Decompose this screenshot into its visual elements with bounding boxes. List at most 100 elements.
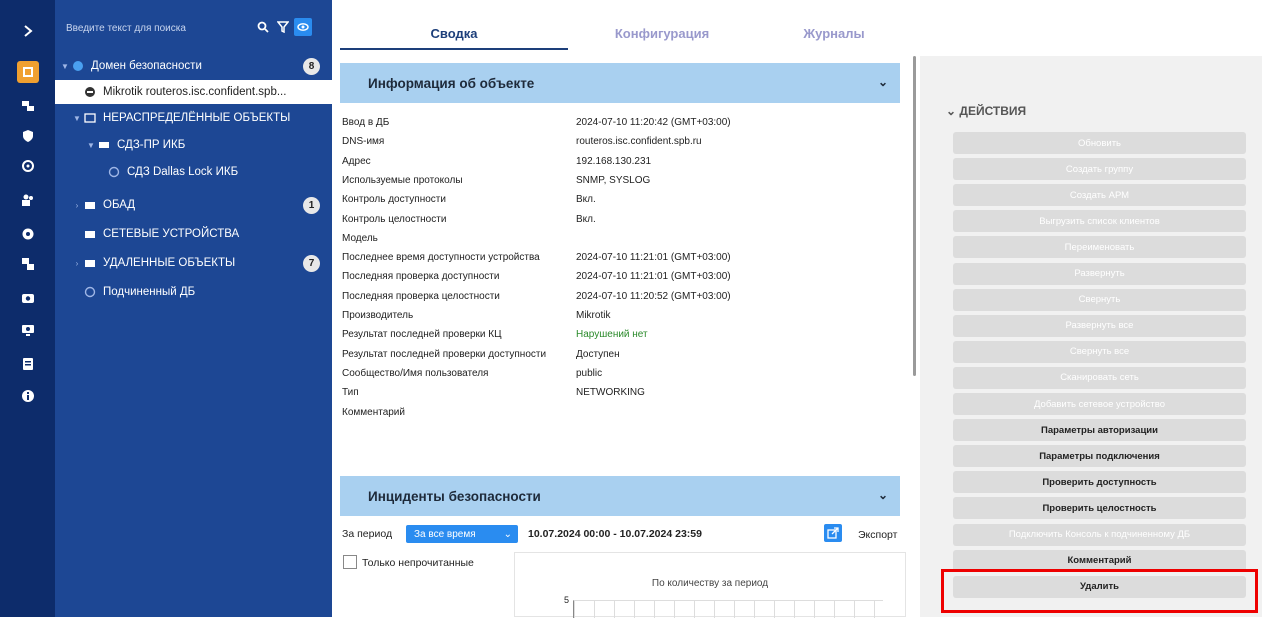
eye-icon[interactable] xyxy=(294,18,312,36)
network-icon[interactable] xyxy=(17,253,39,275)
device-icon xyxy=(83,86,97,98)
expand-icon[interactable]: ▼ xyxy=(71,114,83,123)
action-button[interactable]: Сканировать сеть xyxy=(953,366,1246,389)
object-info-header[interactable]: Информация об объекте ⌄ xyxy=(340,63,900,103)
expand-icon[interactable]: › xyxy=(71,259,83,268)
action-button[interactable]: Параметры авторизации xyxy=(953,419,1246,442)
action-button[interactable]: Выгрузить список клиентов xyxy=(953,210,1246,233)
count-badge: 1 xyxy=(303,197,320,214)
period-select[interactable]: За все время ⌄ xyxy=(406,525,518,543)
info-icon[interactable] xyxy=(17,385,39,407)
tree-item-label: Домен безопасности xyxy=(91,60,202,72)
info-key: Ввод в ДБ xyxy=(342,117,390,128)
tree-item-subordinate-db[interactable]: Подчиненный ДБ xyxy=(55,280,332,304)
unread-only-checkbox[interactable] xyxy=(343,555,357,569)
period-label: За период xyxy=(342,528,393,540)
camera-icon[interactable] xyxy=(17,287,39,309)
info-value: 2024-07-10 11:21:01 (GMT+03:00) xyxy=(576,252,731,264)
info-row: Адрес 192.168.130.231 xyxy=(342,156,902,172)
action-button[interactable]: Развернуть все xyxy=(953,314,1246,337)
action-button[interactable]: Создать АРМ xyxy=(953,184,1246,207)
tree-item-unassigned[interactable]: ▼ НЕРАСПРЕДЕЛЁННЫЕ ОБЪЕКТЫ xyxy=(55,106,332,130)
incidents-header[interactable]: Инциденты безопасности ⌄ xyxy=(340,476,900,516)
tree-item-deleted[interactable]: › УДАЛЕННЫЕ ОБЪЕКТЫ 7 xyxy=(55,251,332,275)
tree-item-dallas-lock[interactable]: СДЗ Dallas Lock ИКБ xyxy=(55,160,332,184)
tree-item-label: НЕРАСПРЕДЕЛЁННЫЕ ОБЪЕКТЫ xyxy=(103,112,291,124)
info-key: Производитель xyxy=(342,310,414,321)
tab-configuration[interactable]: Конфигурация xyxy=(568,16,756,50)
document-icon[interactable] xyxy=(17,353,39,375)
count-badge: 8 xyxy=(303,58,320,75)
folder-icon xyxy=(97,140,111,150)
info-key: Комментарий xyxy=(342,406,405,418)
chart-title: По количеству за период xyxy=(651,578,769,589)
settings-cog-icon[interactable] xyxy=(17,155,39,177)
sync-icon xyxy=(83,286,97,298)
highlight-box xyxy=(941,569,1258,613)
info-key: Последняя проверка доступности xyxy=(342,271,500,283)
action-button[interactable]: Параметры подключения xyxy=(953,445,1246,468)
chart-grid xyxy=(573,600,883,618)
export-icon[interactable] xyxy=(824,524,842,542)
expand-icon[interactable]: ▼ xyxy=(85,141,97,150)
tree-item-obad[interactable]: › ОБАД 1 xyxy=(55,193,332,217)
info-row: Результат последней проверки КЦ Нарушений… xyxy=(342,329,902,345)
action-button[interactable]: Свернуть xyxy=(953,288,1246,311)
action-button[interactable]: Развернуть xyxy=(953,262,1246,285)
tree-item-sdz-pr[interactable]: ▼ СДЗ-ПР ИКБ xyxy=(55,133,332,157)
export-button[interactable]: Экспорт xyxy=(858,529,897,541)
actions-title[interactable]: ⌄ ДЕЙСТВИЯ xyxy=(946,104,1026,118)
tree-item-label: УДАЛЕННЫЕ ОБЪЕКТЫ xyxy=(103,257,236,269)
filter-icon[interactable] xyxy=(274,18,292,36)
info-row: Контроль доступности Вкл. xyxy=(342,194,902,210)
tab-logs[interactable]: Журналы xyxy=(756,16,912,50)
tab-summary[interactable]: Сводка xyxy=(340,16,568,50)
info-value: 2024-07-10 11:21:01 (GMT+03:00) xyxy=(576,271,731,283)
devices-icon[interactable] xyxy=(17,95,39,117)
info-key: Тип xyxy=(342,387,359,399)
chevron-down-icon[interactable]: ⌄ xyxy=(878,75,888,89)
info-row: Тип NETWORKING xyxy=(342,387,902,403)
info-value: Вкл. xyxy=(576,213,596,225)
unread-only-label: Только непрочитанные xyxy=(362,557,474,569)
shield-icon[interactable] xyxy=(17,125,39,147)
expand-icon[interactable]: › xyxy=(71,201,83,210)
period-select-value: За все время xyxy=(414,528,476,540)
gear-icon[interactable] xyxy=(17,223,39,245)
action-button[interactable]: Проверить доступность xyxy=(953,471,1246,494)
tree-item-security-domain[interactable]: ▼ Домен безопасности 8 xyxy=(55,54,332,78)
info-row: Сообщество/Имя пользователя public xyxy=(342,368,902,384)
action-button[interactable]: Проверить целостность xyxy=(953,497,1246,520)
globe-icon xyxy=(71,60,85,72)
chevron-right-icon[interactable] xyxy=(17,20,39,42)
info-row: Контроль целостности Вкл. xyxy=(342,214,902,230)
panel-title: Информация об объекте xyxy=(368,75,535,91)
monitor-icon[interactable] xyxy=(17,319,39,341)
info-row: Комментарий xyxy=(342,407,902,423)
info-row: Ввод в ДБ 2024-07-10 11:20:42 (GMT+03:00) xyxy=(342,117,902,133)
info-row: DNS-имя routeros.isc.confident.spb.ru xyxy=(342,136,902,152)
info-value: routeros.isc.confident.spb.ru xyxy=(576,136,702,148)
action-button[interactable]: Добавить сетевое устройство xyxy=(953,393,1246,415)
tree-item-label: Mikrotik routeros.isc.confident.spb... xyxy=(103,86,287,98)
expand-icon[interactable]: ▼ xyxy=(59,62,71,71)
action-button[interactable]: Обновить xyxy=(953,132,1246,154)
scrollbar[interactable] xyxy=(913,56,916,376)
info-key: DNS-имя xyxy=(342,136,385,148)
users-icon[interactable] xyxy=(17,189,39,211)
action-button[interactable]: Свернуть все xyxy=(953,340,1246,363)
search-input[interactable]: Введите текст для поиска xyxy=(62,18,252,38)
info-value: Нарушений нет xyxy=(576,329,648,341)
search-icon[interactable] xyxy=(254,18,272,36)
folder-icon xyxy=(83,258,97,268)
action-button[interactable]: Переименовать xyxy=(953,236,1246,259)
action-button[interactable]: Подключить Консоль к подчиненному ДБ xyxy=(953,523,1246,546)
tree-item-mikrotik[interactable]: Mikrotik routeros.isc.confident.spb... xyxy=(55,80,332,104)
tree-item-network-devices[interactable]: СЕТЕВЫЕ УСТРОЙСТВА xyxy=(55,222,332,246)
chevron-down-icon[interactable]: ⌄ xyxy=(878,488,888,502)
info-key: Сообщество/Имя пользователя xyxy=(342,367,489,379)
domain-icon[interactable] xyxy=(17,61,39,83)
tree-item-label: Подчиненный ДБ xyxy=(103,286,196,298)
info-value: 2024-07-10 11:20:42 (GMT+03:00) xyxy=(576,117,731,128)
action-button[interactable]: Создать группу xyxy=(953,158,1246,181)
